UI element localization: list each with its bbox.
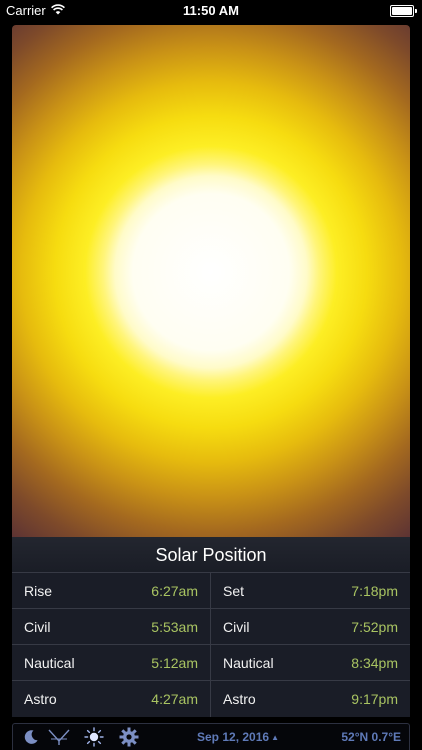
row-value: 5:12am <box>151 654 198 671</box>
panel-title: Solar Position <box>12 537 410 573</box>
sun-visual <box>12 25 410 537</box>
row-value: 6:27am <box>151 582 198 599</box>
caret-up-icon: ▲ <box>271 733 279 742</box>
date-text: Sep 12, 2016 <box>197 730 270 744</box>
row-label: Rise <box>24 582 53 599</box>
longitude-text: 0.7°E <box>371 730 401 744</box>
rise-column: Rise 6:27am Civil 5:53am Nautical 5:12am… <box>12 573 211 717</box>
row-value: 7:52pm <box>351 618 398 635</box>
status-bar: Carrier 11:50 AM <box>0 0 422 22</box>
solar-times-grid: Rise 6:27am Civil 5:53am Nautical 5:12am… <box>12 573 410 717</box>
solar-position-panel: Solar Position Rise 6:27am Civil 5:53am … <box>12 537 410 717</box>
sun-icon[interactable] <box>82 726 106 748</box>
row-value: 7:18pm <box>351 582 398 599</box>
telescope-icon[interactable] <box>47 726 71 748</box>
location-coordinates[interactable]: 52°N 0.7°E <box>341 730 401 744</box>
civil-dusk-row: Civil 7:52pm <box>211 609 410 645</box>
row-label: Astro <box>223 691 256 707</box>
moon-icon[interactable] <box>19 726 43 748</box>
row-value: 9:17pm <box>351 691 398 707</box>
row-label: Nautical <box>24 654 75 671</box>
row-label: Astro <box>24 691 57 707</box>
civil-dawn-row: Civil 5:53am <box>12 609 210 645</box>
row-value: 4:27am <box>151 691 198 707</box>
gear-icon[interactable] <box>117 726 141 748</box>
set-column: Set 7:18pm Civil 7:52pm Nautical 8:34pm … <box>211 573 410 717</box>
row-value: 5:53am <box>151 618 198 635</box>
row-label: Nautical <box>223 654 274 671</box>
nautical-dusk-row: Nautical 8:34pm <box>211 645 410 681</box>
row-value: 8:34pm <box>351 654 398 671</box>
row-label: Civil <box>24 618 51 635</box>
astro-dawn-row: Astro 4:27am <box>12 681 210 717</box>
row-label: Civil <box>223 618 250 635</box>
latitude-text: 52°N <box>341 730 369 744</box>
astro-dusk-row: Astro 9:17pm <box>211 681 410 717</box>
date-selector[interactable]: Sep 12, 2016 ▲ <box>197 730 279 744</box>
rise-row: Rise 6:27am <box>12 573 210 609</box>
row-label: Set <box>223 582 245 599</box>
nautical-dawn-row: Nautical 5:12am <box>12 645 210 681</box>
bottom-toolbar: Sep 12, 2016 ▲ 52°N 0.7°E <box>12 723 410 750</box>
battery-icon <box>390 5 417 17</box>
set-row: Set 7:18pm <box>211 573 410 609</box>
status-time: 11:50 AM <box>183 3 239 18</box>
